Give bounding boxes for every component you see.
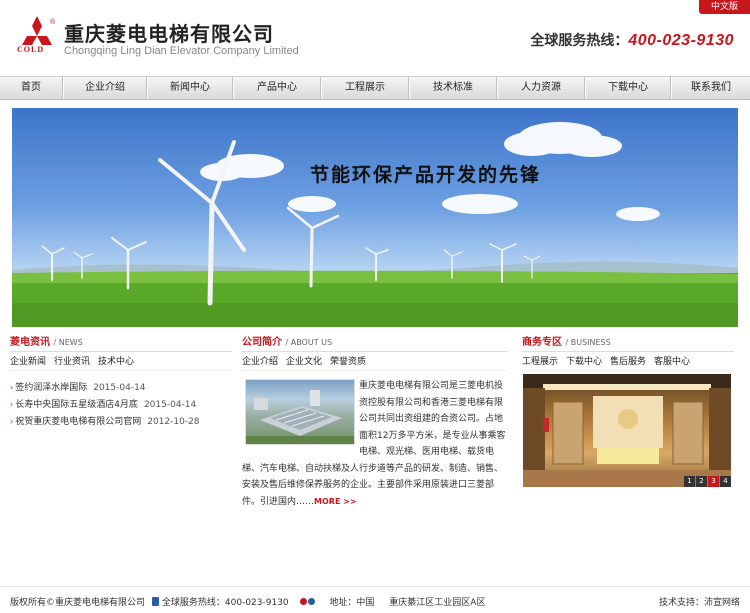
hero-banner[interactable]: 节能环保产品开发的先锋: [12, 108, 738, 327]
about-tabs: 企业介绍 企业文化 荣誉资质: [242, 353, 508, 371]
company-name-cn: 重庆菱电电梯有限公司: [64, 22, 274, 46]
tab-customer-service[interactable]: 客服中心: [654, 353, 690, 370]
news-item-title: 长寿中央国际五星级酒店4月底: [15, 400, 138, 410]
business-tabs: 工程展示 下载中心 售后服务 客服中心: [522, 353, 734, 371]
company-name-en: Chongqing Ling Dian Elevator Company Lim…: [64, 45, 299, 57]
about-subtitle: / ABOUT US: [285, 338, 333, 347]
nav-item-contact[interactable]: 联系我们: [672, 77, 750, 99]
slide-dot[interactable]: 4: [720, 476, 731, 487]
tab-tech-center[interactable]: 技术中心: [98, 353, 134, 370]
news-section-title[interactable]: 菱电资讯 / NEWS: [10, 334, 232, 352]
business-section-title[interactable]: 商务专区 / BUSINESS: [522, 334, 734, 352]
nav-item-news[interactable]: 新闻中心: [148, 77, 232, 99]
news-item-date: 2015-04-14: [143, 400, 197, 410]
nav-item-products[interactable]: 产品中心: [234, 77, 320, 99]
nav-item-hr[interactable]: 人力资源: [498, 77, 584, 99]
tab-company-intro[interactable]: 企业介绍: [242, 353, 278, 370]
banner-slogan: 节能环保产品开发的先锋: [310, 164, 542, 186]
svg-text:®: ®: [50, 18, 56, 26]
phone-icon: [151, 597, 159, 606]
about-title: 公司简介: [242, 337, 282, 348]
footer-address: 重庆綦江区工业园区A区: [389, 598, 486, 608]
slide-pager: 1 2 3 4: [683, 476, 731, 487]
copyright-text: 版权所有©重庆菱电电梯有限公司: [10, 598, 146, 608]
elevator-lobby-image: [523, 374, 731, 487]
nav-item-downloads[interactable]: 下载中心: [586, 77, 670, 99]
footer-hotline: 全球服务热线：400-023-9130: [161, 598, 289, 608]
list-item[interactable]: › 祝贺重庆菱电电梯有限公司官网 2012-10-28: [10, 413, 232, 430]
footer-address-label: 地址：中国: [329, 598, 375, 608]
news-item-title: 祝贺重庆菱电电梯有限公司官网: [15, 417, 142, 427]
list-item[interactable]: › 长寿中央国际五星级酒店4月底 2015-04-14: [10, 396, 232, 413]
bullet-icon: ›: [10, 417, 14, 426]
news-list: › 签约润泽水岸国际 2015-04-14 › 长寿中央国际五星级酒店4月底 2015-…: [10, 379, 232, 430]
factory-aerial-image: [246, 390, 354, 444]
nav-item-home[interactable]: 首页: [0, 77, 62, 99]
news-section: 菱电资讯 / NEWS 企业新闻 行业资讯 技术中心 › 签约润泽水岸国际 2015…: [10, 334, 232, 430]
news-item-date: 2015-04-14: [93, 383, 146, 393]
header: 中文版 ® COLD 重庆菱电电梯有限公司 Chongqing Ling Dia…: [0, 0, 750, 70]
tab-industry-news[interactable]: 行业资讯: [54, 353, 90, 370]
nav-item-projects[interactable]: 工程展示: [322, 77, 408, 99]
tab-after-sales[interactable]: 售后服务: [610, 353, 646, 370]
nav-item-about[interactable]: 企业介绍: [64, 77, 146, 99]
news-subtitle: / NEWS: [53, 338, 83, 347]
more-link[interactable]: MORE >>: [314, 497, 357, 506]
elevator-lobby-slide[interactable]: 1 2 3 4: [523, 374, 731, 487]
language-switch[interactable]: 中文版: [699, 0, 750, 14]
about-section: 公司简介 / ABOUT US 企业介绍 企业文化 荣誉资质 重庆菱电电梯有限公…: [242, 334, 508, 507]
main-nav: 首页 企业介绍 新闻中心 产品中心 工程展示 技术标准 人力资源 下载中心 联系…: [0, 76, 750, 100]
factory-image[interactable]: [245, 379, 355, 445]
footer-info: 版权所有©重庆菱电电梯有限公司 全球服务热线：400-023-9130 地址：中…: [10, 595, 485, 608]
slide-dot[interactable]: 2: [696, 476, 707, 487]
bullet-icon: ›: [10, 383, 14, 392]
bullet-icon: ›: [10, 400, 14, 409]
tab-company-culture[interactable]: 企业文化: [286, 353, 322, 370]
about-section-title[interactable]: 公司简介 / ABOUT US: [242, 334, 508, 352]
slide-dot-active[interactable]: 3: [708, 476, 719, 487]
news-item-title: 签约润泽水岸国际: [15, 383, 88, 393]
tab-company-news[interactable]: 企业新闻: [10, 353, 46, 370]
tech-support[interactable]: 技术支持：沛宣网络: [659, 595, 740, 608]
news-tabs: 企业新闻 行业资讯 技术中心: [10, 353, 232, 371]
hotline-label: 全球服务热线：: [530, 33, 629, 49]
business-subtitle: / BUSINESS: [565, 338, 611, 347]
tab-projects[interactable]: 工程展示: [522, 353, 558, 370]
qq-icon[interactable]: [299, 598, 315, 608]
business-section: 商务专区 / BUSINESS 工程展示 下载中心 售后服务 客服中心 1 2 …: [522, 334, 734, 487]
nav-item-standards[interactable]: 技术标准: [410, 77, 496, 99]
wind-farm-scene: [12, 122, 738, 327]
footer: 版权所有©重庆菱电电梯有限公司 全球服务热线：400-023-9130 地址：中…: [0, 586, 750, 613]
business-title: 商务专区: [522, 337, 562, 348]
tab-downloads[interactable]: 下载中心: [566, 353, 602, 370]
list-item[interactable]: › 签约润泽水岸国际 2015-04-14: [10, 379, 232, 396]
news-title: 菱电资讯: [10, 337, 50, 348]
news-item-date: 2012-10-28: [147, 417, 200, 427]
logo-wordmark: COLD: [17, 45, 45, 54]
tab-honors[interactable]: 荣誉资质: [330, 353, 366, 370]
slide-dot[interactable]: 1: [684, 476, 695, 487]
hotline: 全球服务热线：400-023-9130: [530, 30, 734, 50]
hotline-number: 400-023-9130: [628, 32, 734, 49]
